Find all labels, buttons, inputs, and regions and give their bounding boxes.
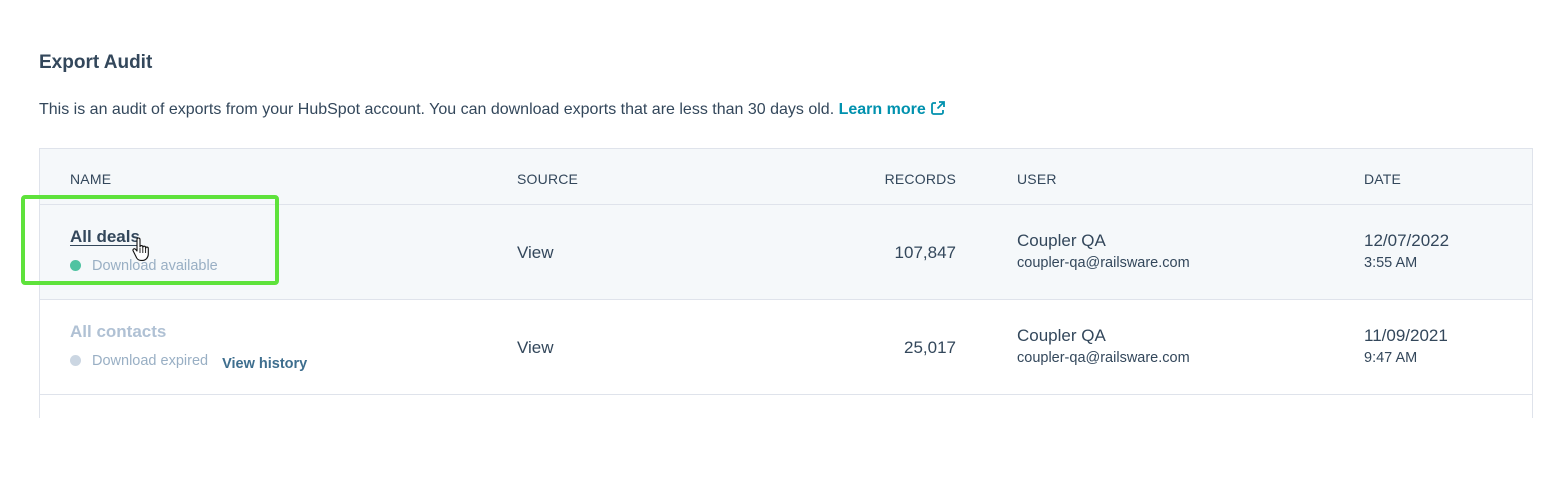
user-name: Coupler QA [1017, 326, 1106, 345]
external-link-icon [930, 100, 946, 121]
column-header-records[interactable]: RECORDS [885, 171, 956, 187]
table-row-partial [40, 395, 1532, 490]
export-time: 3:55 AM [1364, 255, 1418, 271]
status-label: Download available [92, 258, 218, 274]
status-dot-expired [70, 355, 81, 366]
user-email: coupler-qa@railsware.com [1017, 350, 1190, 366]
table-row: All contacts Download expired View histor… [40, 300, 1532, 395]
status-dot-available [70, 260, 81, 271]
page-description: This is an audit of exports from your Hu… [39, 100, 946, 121]
export-date: 12/07/2022 [1364, 231, 1450, 250]
status-label: Download expired [92, 353, 209, 369]
records-count: 107,847 [894, 243, 956, 262]
download-status: Download expired View history [70, 353, 307, 372]
learn-more-link[interactable]: Learn more [839, 101, 946, 118]
records-count: 25,017 [904, 338, 956, 357]
table-row: All deals Download available View 107,84… [40, 205, 1532, 300]
user-email: coupler-qa@railsware.com [1017, 255, 1190, 271]
learn-more-label: Learn more [838, 101, 926, 118]
export-table: NAME SOURCE RECORDS USER DATE All deals … [39, 148, 1533, 490]
description-text: This is an audit of exports from your Hu… [39, 101, 835, 118]
column-header-source[interactable]: SOURCE [517, 171, 578, 187]
source-view-link[interactable]: View [517, 338, 554, 358]
column-header-user[interactable]: USER [1017, 171, 1057, 187]
export-name-link[interactable]: All contacts [70, 322, 166, 342]
table-header: NAME SOURCE RECORDS USER DATE [40, 149, 1532, 205]
export-time: 9:47 AM [1364, 350, 1418, 366]
user-name: Coupler QA [1017, 231, 1106, 250]
column-header-name[interactable]: NAME [70, 171, 111, 187]
export-date: 11/09/2021 [1364, 326, 1448, 345]
source-view-link[interactable]: View [517, 243, 554, 263]
hand-pointer-icon [132, 237, 149, 261]
page-title: Export Audit [39, 52, 153, 73]
export-name-link[interactable]: All deals [70, 227, 140, 247]
column-header-date[interactable]: DATE [1364, 171, 1401, 187]
view-history-link[interactable]: View history [222, 356, 307, 372]
